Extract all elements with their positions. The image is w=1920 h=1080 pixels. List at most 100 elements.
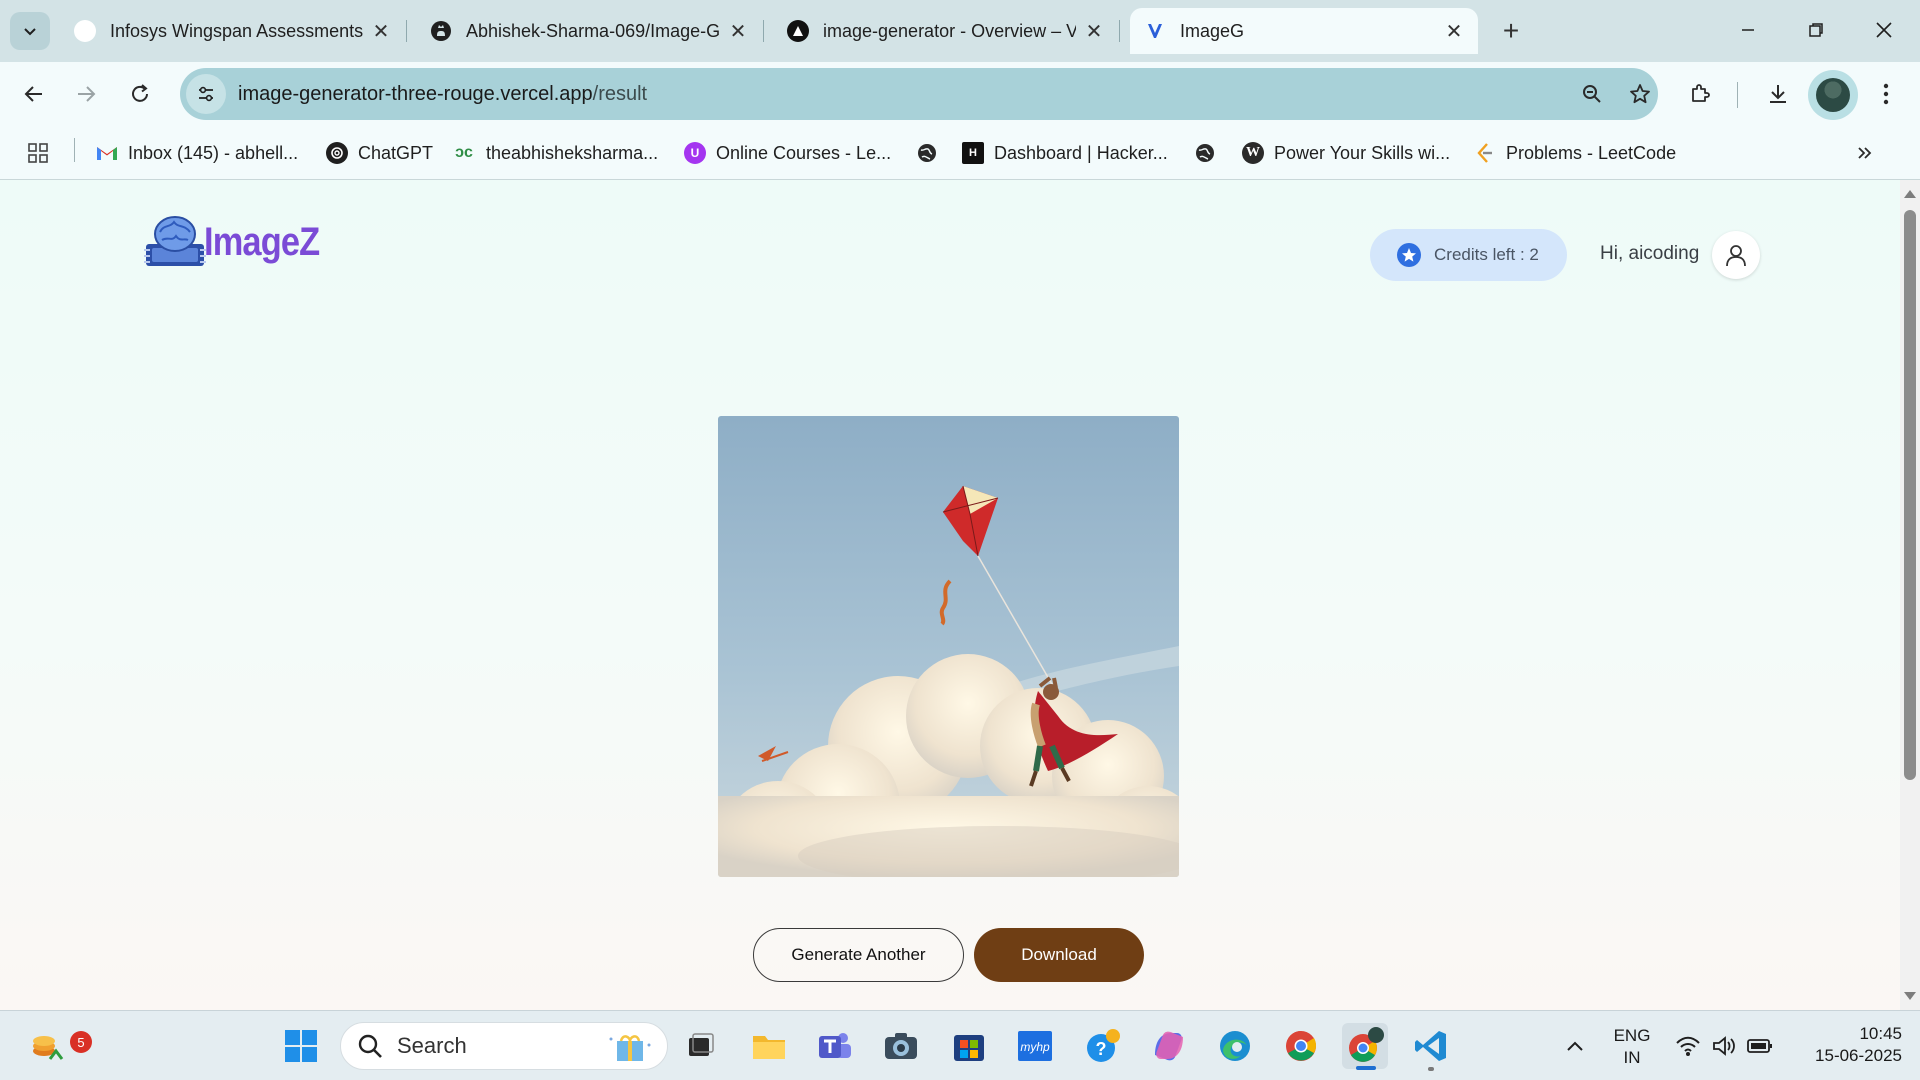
close-icon[interactable]: ✕ — [1084, 19, 1104, 44]
zoom-button[interactable] — [1574, 76, 1610, 112]
reload-button[interactable] — [120, 74, 160, 114]
chrome-profile-button[interactable] — [1342, 1023, 1388, 1069]
search-icon — [358, 1034, 382, 1058]
arrow-left-icon — [24, 86, 42, 102]
profile-avatar[interactable] — [1808, 70, 1858, 120]
bookmark-globe-2[interactable] — [1194, 138, 1216, 168]
myhp-button[interactable]: myhp — [1012, 1023, 1058, 1069]
close-icon[interactable]: ✕ — [1444, 19, 1464, 44]
scroll-up-arrow-icon[interactable] — [1904, 190, 1916, 198]
site-info-button[interactable] — [186, 74, 226, 114]
widgets-button[interactable]: 5 — [24, 1023, 92, 1069]
brain-chip-icon — [140, 210, 210, 274]
chrome-icon — [1286, 1031, 1317, 1061]
store-button[interactable] — [946, 1023, 992, 1069]
bookmark-udemy[interactable]: U Online Courses - Le... — [684, 138, 891, 168]
restore-button[interactable] — [1788, 8, 1844, 52]
tab-search-button[interactable] — [10, 12, 50, 50]
user-greeting: Hi, aicoding — [1600, 243, 1700, 264]
generate-another-button[interactable]: Generate Another — [753, 928, 964, 982]
arrow-right-icon — [78, 86, 96, 102]
user-menu-button[interactable] — [1712, 231, 1760, 279]
bookmark-hackerrank[interactable]: H Dashboard | Hacker... — [962, 138, 1168, 168]
back-button[interactable] — [14, 74, 54, 114]
download-button[interactable]: Download — [974, 928, 1144, 982]
show-hidden-icons-button[interactable] — [1552, 1023, 1598, 1069]
bookmark-label: Power Your Skills wi... — [1274, 142, 1451, 163]
tab-title: image-generator - Overview – V — [823, 20, 1076, 41]
chrome-button[interactable] — [1278, 1023, 1324, 1069]
globe-icon — [1194, 142, 1216, 164]
wingspan-icon — [74, 20, 96, 42]
camera-button[interactable] — [878, 1023, 924, 1069]
vscode-icon — [1415, 1031, 1446, 1061]
myhp-icon: myhp — [1018, 1031, 1052, 1061]
browser-tab-strip: Infosys Wingspan Assessments ✕ Abhishek-… — [0, 0, 1920, 62]
chevron-double-right-icon — [1858, 147, 1872, 159]
language-indicator[interactable]: ENG IN — [1610, 1025, 1654, 1069]
file-explorer-button[interactable] — [746, 1023, 792, 1069]
teams-button[interactable] — [812, 1023, 858, 1069]
bookmark-gfg[interactable]: ↄc theabhisheksharma... — [452, 138, 658, 168]
bookmark-label: Dashboard | Hacker... — [994, 142, 1168, 163]
gift-icon — [609, 1035, 651, 1061]
logo-text: ImageZ — [204, 219, 320, 264]
address-bar[interactable]: image-generator-three-rouge.vercel.app/r… — [180, 68, 1658, 120]
svg-text:?: ? — [1096, 1039, 1107, 1059]
bookmark-chatgpt[interactable]: ChatGPT — [326, 138, 433, 168]
get-help-button[interactable]: ? — [1080, 1023, 1126, 1069]
udemy-icon: U — [684, 142, 706, 164]
page-scrollbar[interactable] — [1900, 180, 1920, 1010]
extensions-button[interactable] — [1680, 74, 1720, 114]
credits-button[interactable]: Credits left : 2 — [1370, 229, 1567, 281]
edge-button[interactable] — [1212, 1023, 1258, 1069]
apps-grid-icon — [28, 143, 48, 163]
teams-icon — [819, 1033, 851, 1058]
bookmark-wordpress[interactable]: W Power Your Skills wi... — [1242, 138, 1450, 168]
vscode-button[interactable] — [1408, 1023, 1454, 1069]
taskbar-search[interactable]: Search — [340, 1022, 668, 1070]
toolbar-divider — [1737, 82, 1738, 108]
bookmark-label: Online Courses - Le... — [716, 142, 892, 163]
bookmark-globe-1[interactable] — [916, 138, 938, 168]
tab-vercel[interactable]: image-generator - Overview – V ✕ — [773, 8, 1120, 54]
more-bookmarks-button[interactable] — [1856, 138, 1874, 168]
credits-label: Credits left : 2 — [1434, 245, 1539, 264]
bookmark-star-button[interactable] — [1622, 76, 1658, 112]
tab-imagez[interactable]: ImageG ✕ — [1130, 8, 1478, 54]
generated-image — [718, 416, 1179, 877]
windows-icon — [285, 1030, 317, 1062]
tab-infosys[interactable]: Infosys Wingspan Assessments ✕ — [60, 8, 407, 54]
quick-settings-button[interactable] — [1664, 1023, 1784, 1069]
task-view-icon — [689, 1033, 714, 1056]
tab-title: ImageG — [1180, 20, 1245, 41]
chrome-menu-button[interactable] — [1866, 74, 1906, 114]
forward-button[interactable] — [66, 74, 106, 114]
bookmark-leetcode[interactable]: Problems - LeetCode — [1474, 138, 1676, 168]
new-tab-button[interactable]: + — [1494, 14, 1528, 48]
bookmark-gmail[interactable]: Inbox (145) - abhell... — [96, 138, 298, 168]
download-icon — [1770, 85, 1786, 103]
notification-badge: 5 — [70, 1031, 92, 1053]
app-logo[interactable]: ImageZ — [140, 210, 338, 274]
copilot-button[interactable] — [1146, 1023, 1192, 1069]
running-app-indicator — [1428, 1067, 1434, 1071]
help-icon: ? — [1087, 1029, 1120, 1062]
clock-time: 10:45 — [1859, 1024, 1902, 1043]
tab-github[interactable]: Abhishek-Sharma-069/Image-G ✕ — [416, 8, 764, 54]
apps-button[interactable] — [26, 138, 50, 168]
task-view-button[interactable] — [678, 1023, 724, 1069]
close-window-button[interactable] — [1856, 8, 1912, 52]
tab-title: Infosys Wingspan Assessments — [110, 20, 363, 41]
close-icon[interactable]: ✕ — [728, 19, 748, 44]
scroll-down-arrow-icon[interactable] — [1904, 992, 1916, 1000]
clock[interactable]: 10:45 15-06-2025 — [1792, 1023, 1902, 1067]
downloads-button[interactable] — [1758, 74, 1798, 114]
bookmark-label: ChatGPT — [358, 142, 434, 163]
coins-icon — [33, 1036, 64, 1060]
minimize-button[interactable] — [1720, 8, 1776, 52]
start-button[interactable] — [278, 1023, 324, 1069]
scroll-thumb[interactable] — [1904, 210, 1916, 780]
close-icon[interactable]: ✕ — [371, 19, 391, 44]
avatar — [1816, 78, 1850, 112]
